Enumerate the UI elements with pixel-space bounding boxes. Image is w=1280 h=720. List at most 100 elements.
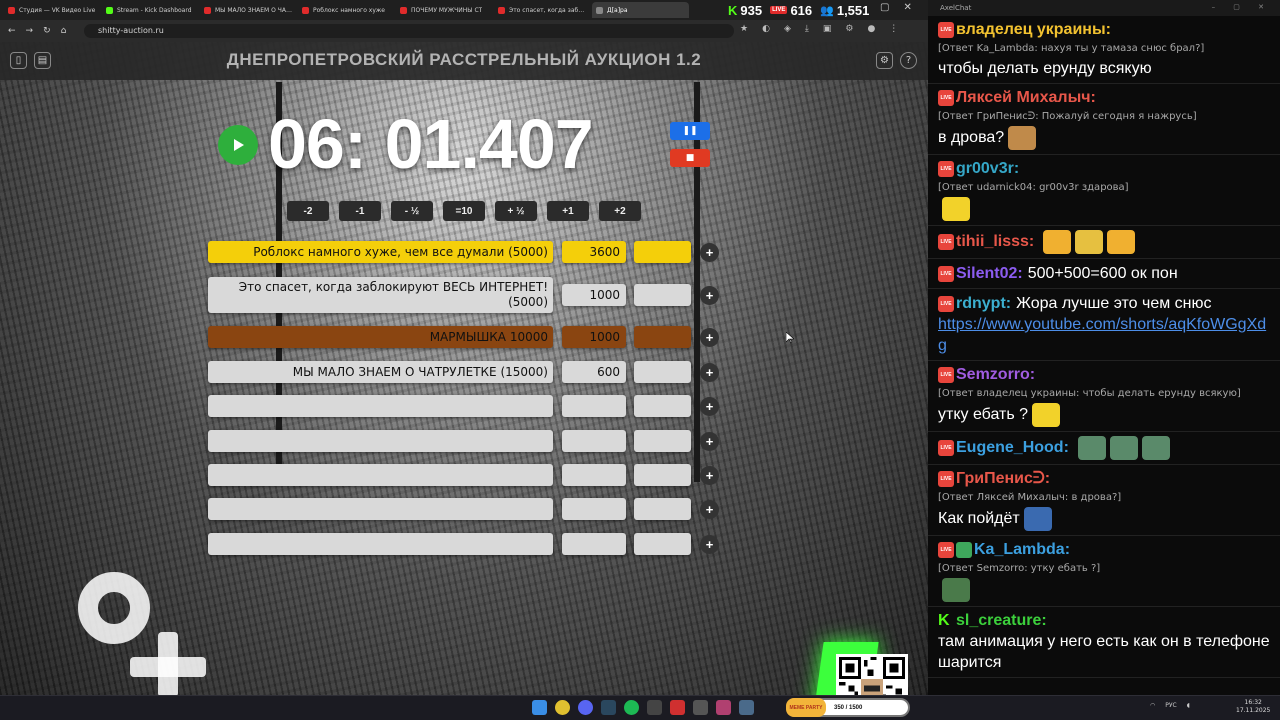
chat-message-body: Как пойдёт <box>938 507 1272 531</box>
add-amount-button[interactable]: + <box>700 534 719 554</box>
browser-tab[interactable]: Stream - Kick Dashboard <box>102 2 199 18</box>
viewers-icon: 👥 <box>820 4 834 17</box>
lot-extra-field[interactable] <box>634 395 691 417</box>
back-icon[interactable]: ← <box>8 26 16 36</box>
add-amount-button[interactable]: + <box>700 465 719 485</box>
time-adjust-button[interactable]: - ½ <box>391 201 433 221</box>
lot-amount-field[interactable] <box>562 430 626 452</box>
time-adjust-button[interactable]: +1 <box>547 201 589 221</box>
add-amount-button[interactable]: + <box>700 431 719 451</box>
profile-icon[interactable]: ● <box>867 24 875 34</box>
lot-name-field[interactable]: МЫ МАЛО ЗНАЕМ О ЧАТРУЛЕТКЕ (15000) <box>208 361 553 383</box>
settings-app-icon[interactable] <box>739 700 754 715</box>
plus-icon: + <box>705 398 714 414</box>
add-amount-button[interactable]: + <box>700 242 719 262</box>
steam-icon[interactable] <box>601 700 616 715</box>
chat-link[interactable]: https://www.youtube.com/shorts/aqKfoWGgX… <box>938 314 1272 356</box>
add-amount-button[interactable]: + <box>700 499 719 519</box>
settings-button[interactable]: ⚙ <box>876 52 893 69</box>
tab-search-icon[interactable]: ▣ <box>823 24 832 34</box>
emote-icon <box>1107 230 1136 254</box>
spotify-icon[interactable] <box>624 700 639 715</box>
emote-icon <box>942 578 970 602</box>
time-adjust-button[interactable]: + ½ <box>495 201 537 221</box>
lot-extra-field[interactable] <box>634 464 691 486</box>
add-amount-button[interactable]: + <box>700 362 719 382</box>
time-adjust-button[interactable]: -1 <box>339 201 381 221</box>
meme-party-progress: 350 / 1500 <box>834 704 863 711</box>
address-bar[interactable]: shitty-auction.ru <box>84 24 734 38</box>
stop-button[interactable]: ■ <box>670 149 710 167</box>
volume-icon[interactable]: ◖ <box>1187 702 1190 709</box>
screen: Студия — VK Видео Live Stream - Kick Dash… <box>0 0 1280 720</box>
reload-icon[interactable]: ↻ <box>43 26 51 36</box>
chat-window-controls[interactable]: – ▢ ✕ <box>1212 3 1272 11</box>
app-icon[interactable] <box>716 700 731 715</box>
explorer-icon[interactable] <box>693 700 708 715</box>
lot-extra-field[interactable] <box>634 326 691 348</box>
time-adjust-button[interactable]: =10 <box>443 201 485 221</box>
lot-extra-field[interactable] <box>634 430 691 452</box>
obs-icon[interactable] <box>647 700 662 715</box>
browser-tab[interactable]: Это спасет, когда заблок <box>494 2 591 18</box>
settings-icon[interactable]: ⚙ <box>845 24 853 34</box>
puzzle-icon[interactable]: ◈ <box>784 24 791 34</box>
close-icon[interactable]: ✕ <box>903 2 911 13</box>
lot-extra-field[interactable] <box>634 241 691 263</box>
lot-amount-field[interactable] <box>562 395 626 417</box>
media-app-icon[interactable] <box>670 700 685 715</box>
lot-amount-field[interactable]: 1000 <box>562 284 626 306</box>
lot-amount-field[interactable]: 1000 <box>562 326 626 348</box>
add-amount-button[interactable]: + <box>700 285 719 305</box>
lot-name-field[interactable] <box>208 464 553 486</box>
time-adjust-button[interactable]: +2 <box>599 201 641 221</box>
help-button[interactable]: ? <box>900 52 917 69</box>
pause-button[interactable]: ❚❚ <box>670 122 710 140</box>
lot-name-field[interactable] <box>208 498 553 520</box>
lot-amount-field[interactable] <box>562 464 626 486</box>
windows-start-icon[interactable] <box>532 700 547 715</box>
decor-cross-vertical <box>158 632 178 695</box>
forward-icon[interactable]: → <box>26 26 34 36</box>
chat-username: Semzorro: <box>956 366 1036 383</box>
add-amount-button[interactable]: + <box>700 396 719 416</box>
browser-tab[interactable]: МЫ МАЛО ЗНАЕМ О ЧАТРУЛЕТКЕ <box>200 2 297 18</box>
restore-icon[interactable]: ▢ <box>880 2 889 13</box>
lot-extra-field[interactable] <box>634 533 691 555</box>
lot-name-field[interactable] <box>208 395 553 417</box>
lot-extra-field[interactable] <box>634 284 691 306</box>
lot-name-field[interactable] <box>208 533 553 555</box>
decor-ring <box>78 572 150 644</box>
extension-icon[interactable]: ◐ <box>762 24 770 34</box>
lot-extra-field[interactable] <box>634 498 691 520</box>
browser-tab[interactable]: ПОЧЕМУ МУЖЧИНЫ СТ <box>396 2 493 18</box>
lot-amount-field[interactable]: 3600 <box>562 241 626 263</box>
chrome-icon[interactable] <box>555 700 570 715</box>
lot-extra-field[interactable] <box>634 361 691 383</box>
browser-tab[interactable]: Студия — VK Видео Live <box>4 2 101 18</box>
time-adjust-button[interactable]: -2 <box>287 201 329 221</box>
chat-message: Ksl_creature: там анимация у него есть ка… <box>928 607 1280 678</box>
home-icon[interactable]: ⌂ <box>61 26 67 36</box>
lot-name-field[interactable] <box>208 430 553 452</box>
add-amount-button[interactable]: + <box>700 327 719 347</box>
download-icon[interactable]: ⤓ <box>805 24 809 34</box>
bookmark-star-icon[interactable]: ★ <box>740 24 748 34</box>
more-menu-icon[interactable]: ⋮ <box>889 24 898 34</box>
browser-tab[interactable]: Д[а]ра <box>592 2 689 18</box>
lot-name-field[interactable]: МАРМЫШКА 10000 <box>208 326 553 348</box>
lot-name-field[interactable]: Это спасет, когда заблокируют ВЕСЬ ИНТЕР… <box>208 277 553 313</box>
tray-language[interactable]: РУС <box>1165 702 1176 709</box>
play-button[interactable] <box>218 125 258 165</box>
discord-icon[interactable] <box>578 700 593 715</box>
lot-name-field[interactable]: Роблокс намного хуже, чем все думали (50… <box>208 241 553 263</box>
lot-amount-field[interactable] <box>562 498 626 520</box>
chat-username: ГриПенисᕭ: <box>956 470 1051 487</box>
lot-amount-field[interactable]: 600 <box>562 361 626 383</box>
vk-live-icon: LIVE <box>770 6 788 14</box>
plus-icon: + <box>705 329 714 345</box>
clock[interactable]: 16:32 17.11.2025 <box>1236 699 1270 715</box>
lot-amount-field[interactable] <box>562 533 626 555</box>
window-controls: ▢ ✕ <box>880 2 912 13</box>
browser-tab[interactable]: Роблокс намного хуже <box>298 2 395 18</box>
